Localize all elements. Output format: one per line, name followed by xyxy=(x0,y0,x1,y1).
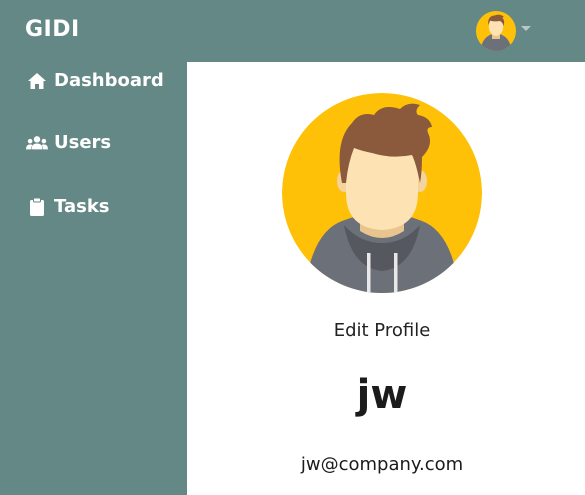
user-avatar-icon[interactable] xyxy=(476,11,516,51)
sidebar: Dashboard Users Tasks xyxy=(0,62,187,495)
caret-down-icon[interactable] xyxy=(521,25,531,31)
sidebar-item-label: Users xyxy=(54,132,112,153)
profile-username: jw xyxy=(356,372,408,418)
brand-logo[interactable]: GIDI xyxy=(25,17,80,42)
clipboard-icon xyxy=(26,197,48,217)
profile-panel: Edit Profile jw jw@company.com xyxy=(187,62,585,495)
profile-avatar xyxy=(282,93,482,293)
home-icon xyxy=(26,71,48,91)
sidebar-item-label: Dashboard xyxy=(54,70,164,91)
sidebar-item-users[interactable]: Users xyxy=(26,132,111,153)
user-menu-toggle[interactable] xyxy=(476,11,536,51)
edit-profile-link[interactable]: Edit Profile xyxy=(187,320,577,341)
sidebar-item-tasks[interactable]: Tasks xyxy=(26,196,110,217)
sidebar-item-dashboard[interactable]: Dashboard xyxy=(26,70,164,91)
sidebar-item-label: Tasks xyxy=(54,196,110,217)
users-icon xyxy=(26,133,48,153)
profile-email: jw@company.com xyxy=(300,454,464,475)
top-navbar: GIDI xyxy=(0,0,585,62)
